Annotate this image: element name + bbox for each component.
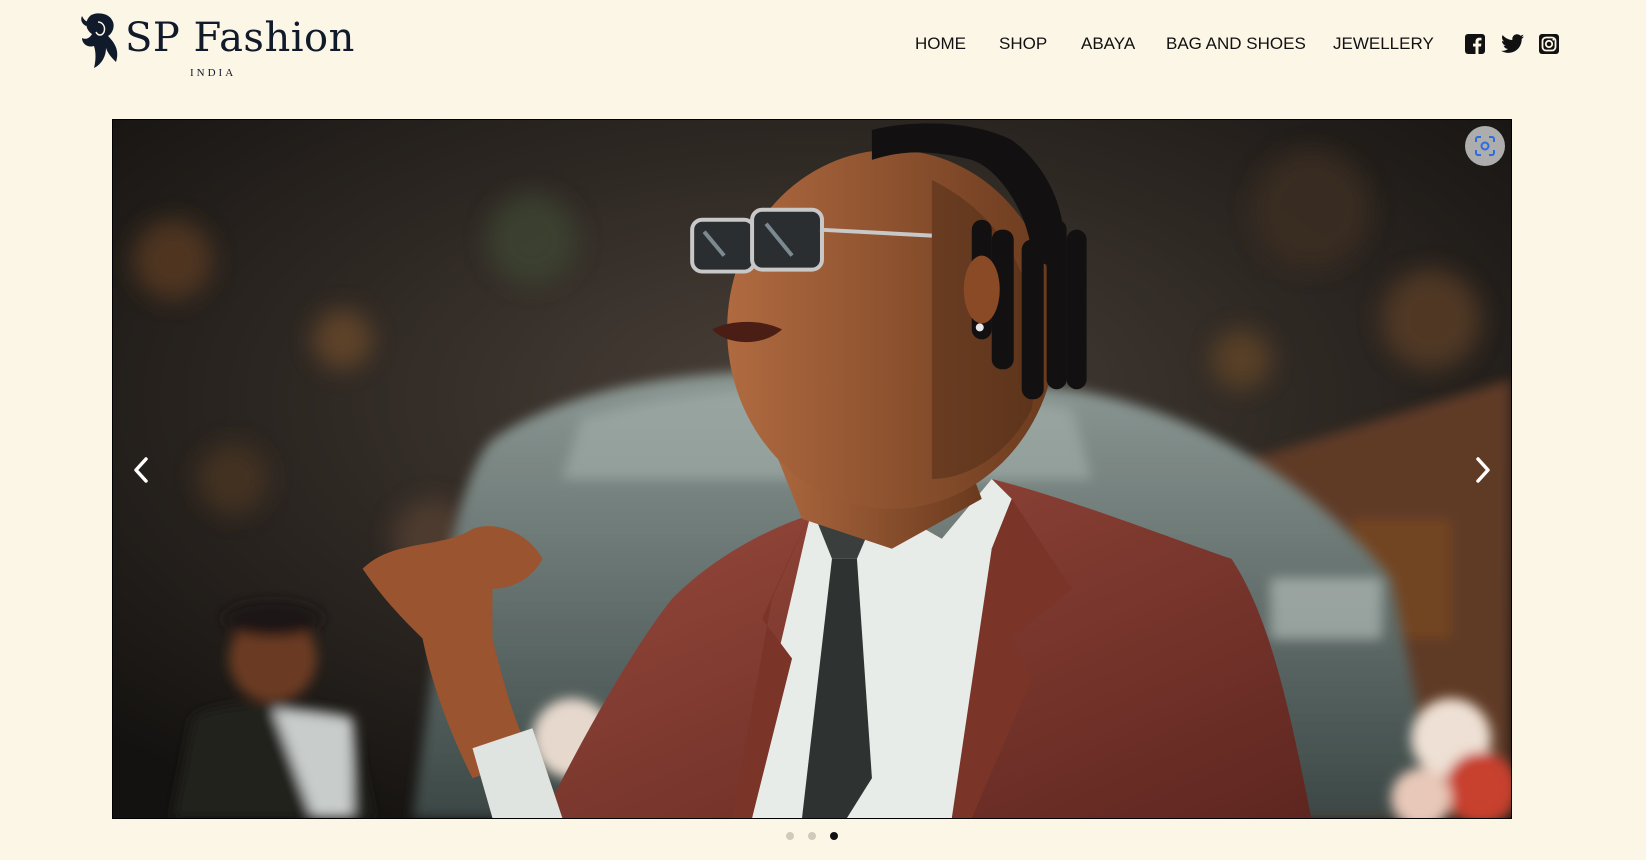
chevron-left-icon (134, 457, 148, 483)
nav-item-abaya[interactable]: ABAYA (1081, 32, 1135, 56)
nav-item-shop[interactable]: SHOP (999, 32, 1047, 56)
slider-dot-3-active[interactable] (830, 832, 838, 840)
slider-prev-button[interactable] (121, 446, 161, 494)
site-header: SP Fashion INDIA HOME SHOP ABAYA BAG AND… (0, 0, 1646, 100)
slider-pagination (784, 832, 844, 842)
nav-item-home[interactable]: HOME (915, 32, 966, 56)
slider-dot-2[interactable] (808, 832, 816, 840)
woman-silhouette-icon (81, 13, 118, 68)
hero-photo (113, 120, 1511, 818)
instagram-icon[interactable] (1538, 33, 1560, 55)
chevron-right-icon (1476, 457, 1490, 483)
brand-name: SP Fashion (125, 15, 355, 61)
visual-search-button[interactable] (1465, 126, 1505, 166)
brand-tagline: INDIA (190, 67, 237, 79)
brand-logo[interactable]: SP Fashion INDIA (80, 12, 354, 80)
slider-next-button[interactable] (1463, 446, 1503, 494)
hero-slider (112, 119, 1512, 819)
nav-item-jewellery[interactable]: JEWELLERY (1333, 32, 1434, 56)
nav-item-bag-and-shoes[interactable]: BAG AND SHOES (1166, 32, 1306, 56)
slider-dot-1[interactable] (786, 832, 794, 840)
twitter-icon[interactable] (1501, 33, 1524, 55)
facebook-icon[interactable] (1464, 33, 1486, 55)
visual-search-icon (1475, 136, 1495, 156)
page: SP Fashion INDIA HOME SHOP ABAYA BAG AND… (0, 0, 1646, 860)
